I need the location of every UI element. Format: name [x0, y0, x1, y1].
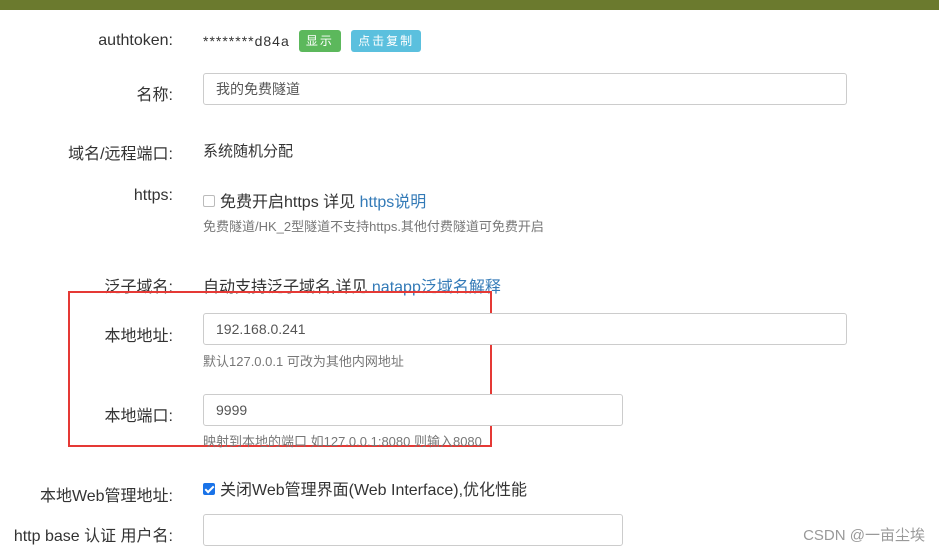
local-address-help: 默认127.0.0.1 可改为其他内网地址: [203, 354, 404, 369]
https-checkbox[interactable]: [203, 194, 215, 207]
authtoken-row: ********d84a 显示 点击复制: [203, 30, 422, 52]
local-port-help: 映射到本地的端口 如127.0.0.1:8080 则输入8080: [203, 434, 482, 449]
web-manage-label: 本地Web管理地址:: [39, 488, 173, 505]
top-bar: [0, 0, 939, 10]
local-address-input[interactable]: 192.168.0.241: [203, 313, 847, 345]
authtoken-value: ********d84a: [203, 33, 290, 49]
http-auth-user-input[interactable]: [203, 514, 623, 546]
name-input[interactable]: 我的免费隧道: [203, 73, 847, 105]
https-help-text: 免费隧道/HK_2型隧道不支持https.其他付费隧道可免费开启: [203, 219, 544, 234]
web-manage-checkbox-text: 关闭Web管理界面(Web Interface),优化性能: [220, 482, 528, 499]
https-label: https:: [133, 187, 173, 204]
copy-token-button[interactable]: 点击复制: [351, 30, 422, 52]
web-manage-option: 关闭Web管理界面(Web Interface),优化性能: [203, 476, 527, 500]
name-label: 名称:: [136, 87, 173, 104]
domain-port-value: 系统随机分配: [203, 143, 294, 160]
http-auth-user-label: http base 认证 用户名:: [13, 528, 173, 545]
local-address-label: 本地地址:: [104, 328, 173, 345]
watermark: CSDN @一亩尘埃: [803, 527, 925, 544]
authtoken-label: authtoken:: [98, 32, 173, 49]
web-manage-checkbox[interactable]: [203, 482, 215, 495]
local-port-input[interactable]: 9999: [203, 394, 623, 426]
domain-port-label: 域名/远程端口:: [68, 146, 173, 163]
show-token-button[interactable]: 显示: [298, 30, 341, 52]
https-checkbox-text: 免费开启https 详见: [220, 194, 356, 211]
local-port-label: 本地端口:: [104, 408, 173, 425]
https-doc-link[interactable]: https说明: [360, 194, 427, 211]
https-option: 免费开启https 详见 https说明: [203, 188, 426, 212]
